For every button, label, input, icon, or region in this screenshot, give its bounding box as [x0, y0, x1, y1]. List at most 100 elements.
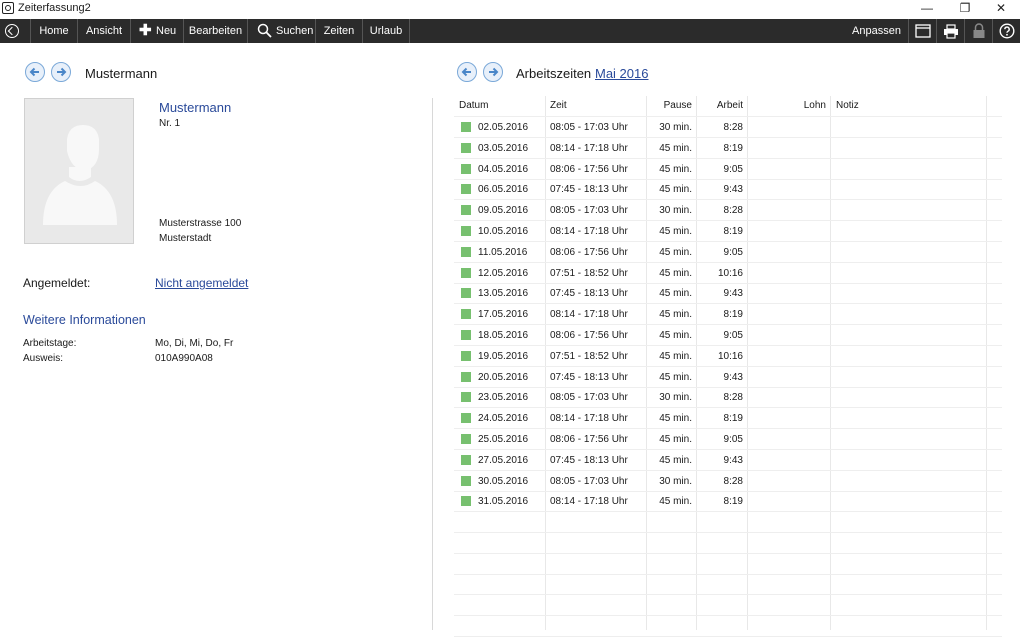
column-header-zeit[interactable]: Zeit — [550, 100, 567, 111]
empty-row-line — [454, 532, 1002, 533]
cell-zeit: 07:45 - 18:13 Uhr — [550, 288, 628, 300]
table-row[interactable]: 06.05.2016 07:45 - 18:13 Uhr 45 min. 9:43 — [454, 179, 1002, 201]
cell-arbeit: 8:28 — [723, 475, 743, 487]
cell-arbeit: 8:19 — [723, 413, 743, 425]
column-header-arbeit[interactable]: Arbeit — [696, 100, 743, 111]
close-button[interactable]: ✕ — [984, 0, 1018, 18]
status-marker — [461, 184, 471, 195]
employee-city: Musterstadt — [159, 233, 212, 244]
column-header-pause[interactable]: Pause — [646, 100, 692, 111]
login-label: Angemeldet: — [23, 276, 91, 290]
cell-zeit: 08:14 - 17:18 Uhr — [550, 309, 628, 321]
prev-month-button[interactable] — [457, 62, 477, 82]
zeiten-button[interactable]: Zeiten — [316, 19, 363, 43]
next-month-button[interactable] — [483, 62, 503, 82]
table-row[interactable]: 23.05.2016 08:05 - 17:03 Uhr 30 min. 8:28 — [454, 387, 1002, 409]
table-row[interactable]: 12.05.2016 07:51 - 18:52 Uhr 45 min. 10:16 — [454, 263, 1002, 284]
cell-datum: 02.05.2016 — [478, 122, 529, 133]
table-row[interactable]: 03.05.2016 08:14 - 17:18 Uhr 45 min. 8:19 — [454, 138, 1002, 159]
table-row[interactable]: 27.05.2016 07:45 - 18:13 Uhr 45 min. 9:43 — [454, 450, 1002, 471]
table-row[interactable]: 13.05.2016 07:45 - 18:13 Uhr 45 min. 9:43 — [454, 283, 1002, 305]
column-header-lohn[interactable]: Lohn — [747, 100, 826, 111]
cell-pause: 45 min. — [659, 330, 692, 341]
employee-header-name: Mustermann — [85, 66, 158, 81]
cell-datum: 27.05.2016 — [478, 454, 529, 466]
table-row[interactable]: 11.05.2016 08:06 - 17:56 Uhr 45 min. 9:05 — [454, 242, 1002, 263]
cell-pause: 45 min. — [659, 184, 692, 196]
help-button[interactable] — [992, 19, 1020, 43]
workdays-label: Arbeitstage: — [23, 338, 77, 349]
table-row[interactable]: 20.05.2016 07:45 - 18:13 Uhr 45 min. 9:43 — [454, 367, 1002, 388]
neu-button[interactable]: ✚ Neu — [131, 19, 184, 43]
column-header-notiz[interactable]: Notiz — [836, 100, 859, 111]
home-button[interactable]: Home — [31, 19, 78, 43]
table-row[interactable]: 04.05.2016 08:06 - 17:56 Uhr 45 min. 9:05 — [454, 159, 1002, 180]
cell-pause: 30 min. — [659, 122, 692, 133]
badge-label: Ausweis: — [23, 353, 64, 364]
search-icon — [257, 23, 272, 38]
cell-zeit: 07:45 - 18:13 Uhr — [550, 371, 628, 383]
status-marker — [461, 309, 471, 320]
employee-photo[interactable] — [24, 98, 134, 244]
status-marker — [461, 350, 471, 361]
prev-employee-button[interactable] — [25, 62, 45, 82]
table-row[interactable]: 10.05.2016 08:14 - 17:18 Uhr 45 min. 8:19 — [454, 221, 1002, 242]
employee-street: Musterstrasse 100 — [159, 218, 242, 229]
cell-arbeit: 8:19 — [723, 142, 743, 154]
table-row[interactable]: 25.05.2016 08:06 - 17:56 Uhr 45 min. 9:05 — [454, 429, 1002, 450]
back-button[interactable] — [0, 19, 31, 43]
month-link[interactable]: Mai 2016 — [595, 66, 648, 81]
minimize-button[interactable]: — — [910, 0, 944, 18]
arrow-right-icon — [57, 67, 67, 77]
table-row[interactable]: 17.05.2016 08:14 - 17:18 Uhr 45 min. 8:19 — [454, 304, 1002, 326]
table-row[interactable]: 30.05.2016 08:05 - 17:03 Uhr 30 min. 8:28 — [454, 471, 1002, 492]
maximize-button[interactable]: ❐ — [948, 0, 982, 18]
table-row[interactable]: 09.05.2016 08:05 - 17:03 Uhr 30 min. 8:28 — [454, 200, 1002, 222]
employee-number: Nr. 1 — [159, 118, 181, 129]
cell-pause: 45 min. — [659, 267, 692, 279]
cell-zeit: 08:05 - 17:03 Uhr — [550, 392, 628, 404]
status-marker — [461, 475, 471, 486]
table-row[interactable]: 19.05.2016 07:51 - 18:52 Uhr 45 min. 10:16 — [454, 346, 1002, 367]
lock-icon — [973, 23, 985, 38]
table-row[interactable]: 24.05.2016 08:14 - 17:18 Uhr 45 min. 8:19 — [454, 408, 1002, 430]
anpassen-button[interactable]: Anpassen — [845, 19, 908, 43]
urlaub-button[interactable]: Urlaub — [363, 19, 410, 43]
employee-name: Mustermann — [159, 100, 232, 115]
cell-pause: 45 min. — [659, 246, 692, 258]
cell-zeit: 08:14 - 17:18 Uhr — [550, 142, 628, 154]
arrow-right-icon — [489, 67, 499, 77]
column-header-datum[interactable]: Datum — [459, 100, 488, 111]
cell-zeit: 07:45 - 18:13 Uhr — [550, 454, 628, 466]
suchen-button[interactable]: Suchen — [248, 19, 316, 43]
bearbeiten-button[interactable]: Bearbeiten — [184, 19, 248, 43]
next-employee-button[interactable] — [51, 62, 71, 82]
status-marker — [461, 246, 471, 257]
table-row[interactable]: 02.05.2016 08:05 - 17:03 Uhr 30 min. 8:28 — [454, 117, 1002, 138]
cell-zeit: 07:51 - 18:52 Uhr — [550, 267, 628, 279]
lock-button[interactable] — [964, 19, 992, 43]
status-marker — [461, 371, 471, 382]
cell-arbeit: 9:43 — [723, 184, 743, 196]
print-button[interactable] — [936, 19, 964, 43]
arrow-left-icon — [461, 67, 471, 77]
empty-row-line — [454, 594, 1002, 596]
cell-arbeit: 8:19 — [723, 226, 743, 237]
cell-pause: 45 min. — [659, 454, 692, 466]
table-row[interactable]: 18.05.2016 08:06 - 17:56 Uhr 45 min. 9:05 — [454, 325, 1002, 346]
ansicht-button[interactable]: Ansicht — [78, 19, 131, 43]
cell-pause: 45 min. — [659, 350, 692, 362]
cell-datum: 31.05.2016 — [478, 496, 529, 508]
cell-datum: 09.05.2016 — [478, 205, 529, 217]
window-button[interactable] — [908, 19, 936, 43]
times-title: Arbeitszeiten — [516, 66, 592, 81]
cell-pause: 30 min. — [659, 475, 692, 487]
login-status-link[interactable]: Nicht angemeldet — [155, 276, 248, 290]
badge-value: 010A990A08 — [155, 353, 213, 364]
table-row[interactable]: 31.05.2016 08:14 - 17:18 Uhr 45 min. 8:19 — [454, 491, 1002, 513]
cell-datum: 19.05.2016 — [478, 350, 529, 362]
status-marker — [461, 163, 471, 174]
cell-datum: 25.05.2016 — [478, 434, 529, 445]
status-marker — [461, 413, 471, 424]
cell-pause: 45 min. — [659, 496, 692, 508]
